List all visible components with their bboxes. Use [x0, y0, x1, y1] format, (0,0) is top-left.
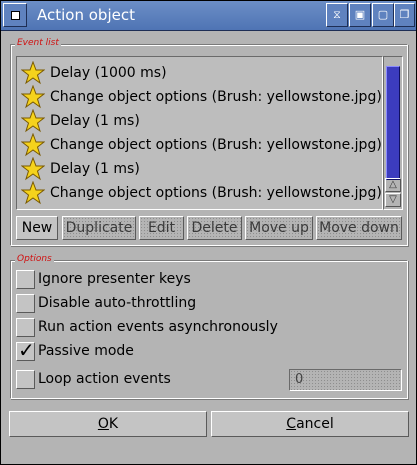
list-item[interactable]: Change object options (Brush: yellowston…: [21, 133, 382, 157]
event-list[interactable]: Delay (1000 ms) Change object options (B…: [16, 56, 383, 210]
scroll-down-icon[interactable]: ▽: [385, 193, 401, 207]
window-title: Action object: [37, 6, 135, 24]
title-bar[interactable]: Action object ⧖ ▣ ▢ ❐: [1, 1, 416, 31]
move-up-button[interactable]: Move up: [245, 216, 313, 240]
duplicate-button[interactable]: Duplicate: [62, 216, 136, 240]
options-label: Options: [15, 254, 54, 264]
disable-auto-throttling-label: Disable auto-throttling: [38, 295, 197, 311]
list-item[interactable]: Change object options (Brush: yellowston…: [21, 181, 382, 205]
scroll-up-icon[interactable]: △: [385, 178, 401, 192]
event-list-scrollbar[interactable]: △ ▽: [383, 56, 403, 210]
disable-auto-throttling-checkbox[interactable]: [16, 294, 35, 313]
passive-mode-label: Passive mode: [38, 343, 134, 359]
ignore-presenter-keys-checkbox[interactable]: [16, 270, 35, 289]
depth-icon[interactable]: ❐: [394, 3, 415, 27]
list-item-label: Delay (1 ms): [50, 113, 140, 129]
loop-action-events-label: Loop action events: [38, 371, 171, 387]
list-item-label: Delay (1000 ms): [50, 65, 167, 81]
iconify-icon[interactable]: ⧖: [326, 3, 348, 27]
ok-accelerator: O: [97, 416, 109, 432]
delete-button[interactable]: Delete: [187, 216, 242, 240]
ok-label: K: [108, 416, 119, 432]
list-item-label: Change object options (Brush: yellowston…: [50, 89, 382, 105]
run-async-checkbox[interactable]: [16, 318, 35, 337]
move-down-button[interactable]: Move down: [316, 216, 402, 240]
edit-button[interactable]: Edit: [139, 216, 184, 240]
loop-count-field[interactable]: 0: [289, 369, 402, 391]
close-icon[interactable]: [3, 3, 27, 27]
checkmark-icon: ✓: [18, 338, 35, 362]
scrollbar-knob[interactable]: [386, 66, 400, 180]
ignore-presenter-keys-label: Ignore presenter keys: [38, 271, 191, 287]
list-item-label: Delay (1 ms): [50, 161, 140, 177]
cancel-button[interactable]: Cancel: [211, 411, 409, 437]
passive-mode-checkbox[interactable]: ✓: [16, 338, 35, 362]
loop-action-events-checkbox[interactable]: [16, 370, 35, 389]
list-item[interactable]: Delay (1 ms): [21, 109, 140, 133]
list-item[interactable]: Change object options (Brush: yellowston…: [21, 85, 382, 109]
snapshot-icon[interactable]: ▢: [372, 3, 394, 27]
zoom-icon[interactable]: ▣: [349, 3, 371, 27]
event-list-label: Event list: [15, 38, 61, 48]
list-item-label: Change object options (Brush: yellowston…: [50, 137, 382, 153]
star-icon: [21, 85, 45, 109]
ok-button[interactable]: OK: [9, 411, 207, 437]
cancel-label: ancel: [296, 416, 334, 432]
star-icon: [21, 181, 45, 205]
list-item[interactable]: Delay (1000 ms): [21, 61, 167, 85]
action-object-window: Action object ⧖ ▣ ▢ ❐ Event list Delay (…: [0, 0, 417, 465]
cancel-accelerator: C: [286, 416, 297, 432]
list-item-label: Change object options (Brush: yellowston…: [50, 185, 382, 201]
run-async-label: Run action events asynchronously: [38, 319, 278, 335]
star-icon: [21, 109, 45, 133]
star-icon: [21, 157, 45, 181]
star-icon: [21, 133, 45, 157]
list-item[interactable]: Delay (1 ms): [21, 157, 140, 181]
new-button[interactable]: New: [16, 216, 58, 240]
star-icon: [21, 61, 45, 85]
